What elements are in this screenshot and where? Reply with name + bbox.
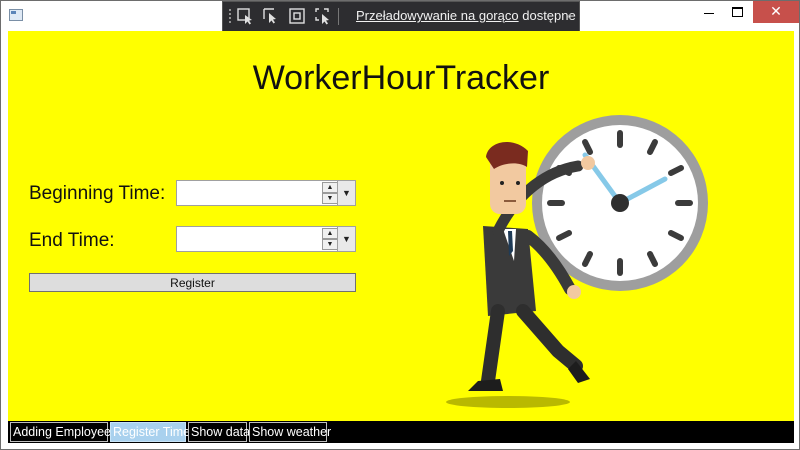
collapse-chevron-icon[interactable]: ‹: [567, 8, 571, 23]
track-focused-element-icon[interactable]: [288, 7, 306, 25]
main-content: WorkerHourTracker Beginning Time: ▲ ▼ ▼ …: [8, 31, 794, 421]
beginning-time-dropdown-icon[interactable]: ▼: [337, 181, 355, 205]
toolbar-grip-icon[interactable]: [228, 8, 232, 24]
app-window-icon[interactable]: [9, 9, 23, 21]
spin-up-icon[interactable]: ▲: [322, 228, 338, 239]
maximize-button[interactable]: [723, 1, 751, 23]
nav-button-adding-employee[interactable]: Adding Employee: [10, 422, 111, 442]
select-element-icon[interactable]: [236, 7, 254, 25]
close-icon: ✕: [770, 4, 782, 20]
register-button[interactable]: Register: [29, 273, 356, 292]
end-time-label: End Time:: [29, 230, 115, 251]
end-time-spinner[interactable]: ▲ ▼: [322, 228, 338, 250]
nav-button-show-weather[interactable]: Show weather: [249, 422, 331, 442]
minimize-icon: [704, 12, 714, 14]
app-window: ✕ Przeładowywanie na gorąco dostępne ‹ W…: [0, 0, 800, 450]
worker-clock-illustration: [446, 115, 708, 408]
spin-up-icon[interactable]: ▲: [322, 182, 338, 193]
toggle-selection-icon[interactable]: [314, 7, 332, 25]
display-layout-adorners-icon[interactable]: [262, 7, 280, 25]
nav-button-show-data[interactable]: Show data: [188, 422, 250, 442]
nav-button-register-time[interactable]: Register Time: [110, 422, 190, 442]
spin-down-icon[interactable]: ▼: [322, 239, 338, 250]
hot-reload-link[interactable]: Przeładowywanie na gorąco: [356, 8, 519, 23]
end-time-dropdown-icon[interactable]: ▼: [337, 227, 355, 251]
maximize-icon: [731, 7, 743, 17]
beginning-time-spinner[interactable]: ▲ ▼: [322, 182, 338, 204]
bottom-nav-bar: Adding Employee Register Time Show data …: [8, 421, 794, 443]
end-time-picker[interactable]: ▲ ▼ ▼: [176, 226, 356, 252]
close-button[interactable]: ✕: [753, 1, 799, 23]
spin-down-icon[interactable]: ▼: [322, 193, 338, 204]
hot-reload-status: Przeładowywanie na gorąco dostępne: [356, 8, 576, 23]
beginning-time-label: Beginning Time:: [29, 183, 166, 204]
page-title: WorkerHourTracker: [252, 59, 550, 97]
minimize-button[interactable]: [695, 1, 723, 23]
beginning-time-picker[interactable]: ▲ ▼ ▼: [176, 180, 356, 206]
toolbar-separator: [338, 8, 339, 25]
